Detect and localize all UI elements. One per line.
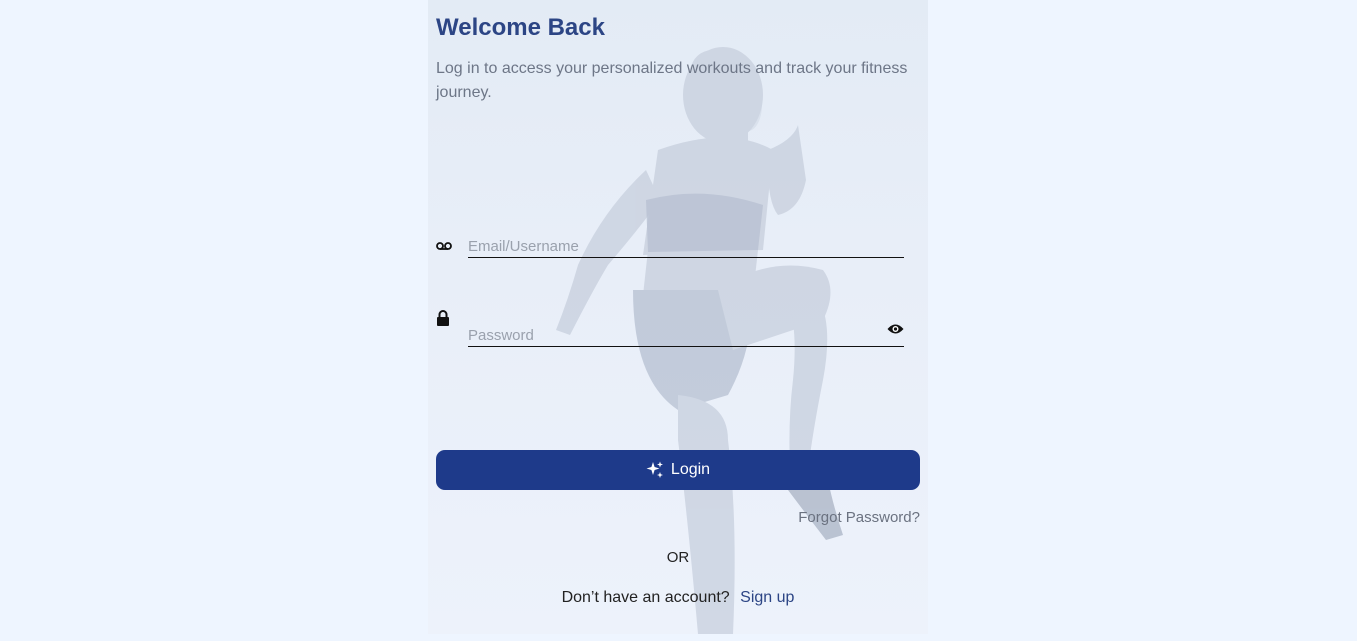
- email-placeholder: Email/Username: [468, 238, 579, 255]
- login-button[interactable]: Login: [436, 450, 920, 490]
- forgot-password-link[interactable]: Forgot Password?: [798, 509, 920, 526]
- signup-link[interactable]: Sign up: [740, 589, 794, 606]
- sparkles-icon: [646, 461, 663, 478]
- signup-prompt: Don’t have an account?: [561, 589, 730, 606]
- password-placeholder: Password: [468, 327, 534, 344]
- page-subtitle: Log in to access your personalized worko…: [436, 60, 908, 101]
- login-button-label: Login: [670, 461, 711, 478]
- lock-icon: [436, 309, 450, 332]
- eye-icon[interactable]: [887, 322, 904, 340]
- login-panel: Welcome Back Log in to access your perso…: [428, 0, 928, 634]
- or-divider: OR: [666, 549, 690, 566]
- email-field[interactable]: Email/Username: [468, 229, 904, 258]
- voicemail-icon: [436, 239, 452, 257]
- signup-row: Don’t have an account? Sign up: [428, 589, 928, 607]
- password-field[interactable]: Password: [468, 318, 904, 347]
- page-title: Welcome Back: [436, 14, 605, 41]
